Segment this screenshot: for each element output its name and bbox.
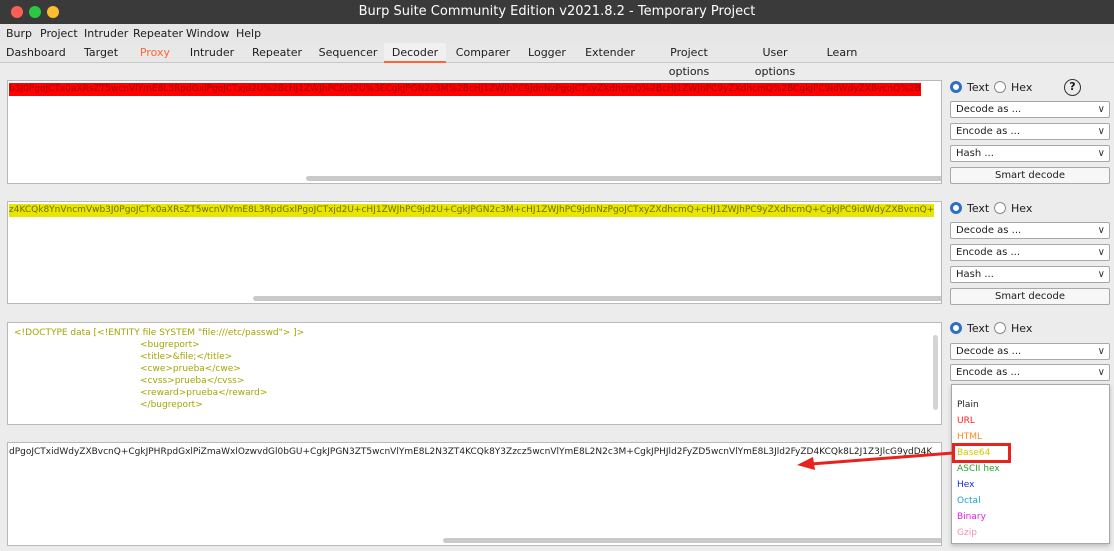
xml-line[interactable]: </bugreport>	[140, 399, 203, 411]
menu-bar: Burp Project Intruder Repeater Window He…	[0, 24, 1114, 43]
hex-radio-label: Hex	[1011, 202, 1033, 215]
menu-option-binary[interactable]: Binary	[957, 512, 986, 522]
tab-dashboard[interactable]: Dashboard	[6, 43, 66, 63]
help-icon[interactable]: ?	[1064, 79, 1081, 96]
hex-radio-label: Hex	[1011, 322, 1033, 335]
encode-as-label: Encode as ...	[956, 247, 1021, 258]
menu-option-ascii-hex[interactable]: ASCII hex	[957, 464, 1000, 474]
decode-as-dropdown[interactable]: Decode as ... ∨	[950, 222, 1110, 239]
menu-option-octal[interactable]: Octal	[957, 496, 981, 506]
decoder-panel-2[interactable]: z4KCQk8YnVncmVwb3J0PgoJCTx0aXRsZT5wcnVlY…	[7, 201, 942, 304]
horizontal-scrollbar[interactable]	[253, 296, 941, 301]
menu-option-plain[interactable]: Plain	[957, 400, 979, 410]
horizontal-scrollbar[interactable]	[306, 176, 941, 181]
decode-as-label: Decode as ...	[956, 104, 1022, 115]
base64-text[interactable]: z4KCQk8YnVncmVwb3J0PgoJCTx0aXRsZT5wcnVlY…	[9, 204, 935, 217]
chevron-down-icon: ∨	[1097, 269, 1105, 280]
chevron-down-icon: ∨	[1097, 126, 1105, 137]
xml-line[interactable]: <title>&file;</title>	[140, 351, 232, 363]
decoder-panel-3[interactable]: <!DOCTYPE data [<!ENTITY file SYSTEM "fi…	[7, 322, 942, 425]
hex-radio[interactable]	[994, 322, 1006, 334]
chevron-down-icon: ∨	[1097, 104, 1105, 115]
menu-project[interactable]: Project	[40, 27, 78, 40]
tab-comparer[interactable]: Comparer	[454, 43, 512, 63]
chevron-down-icon: ∨	[1097, 367, 1105, 378]
hash-dropdown[interactable]: Hash ... ∨	[950, 266, 1110, 283]
text-radio[interactable]	[950, 322, 962, 334]
chevron-down-icon: ∨	[1097, 225, 1105, 236]
chevron-down-icon: ∨	[1097, 148, 1105, 159]
smart-decode-button[interactable]: Smart decode	[950, 167, 1110, 184]
annotation-arrow-icon	[797, 451, 954, 470]
hex-radio-label: Hex	[1011, 81, 1033, 94]
encode-as-label: Encode as ...	[956, 367, 1021, 378]
tab-target[interactable]: Target	[78, 43, 124, 63]
encode-as-menu: Plain URL HTML Base64 ASCII hex Hex Octa…	[951, 384, 1110, 544]
hex-radio[interactable]	[994, 81, 1006, 93]
tab-intruder[interactable]: Intruder	[188, 43, 236, 63]
menu-repeater[interactable]: Repeater	[133, 27, 183, 40]
window-title: Burp Suite Community Edition v2021.8.2 -…	[358, 4, 756, 19]
decode-as-label: Decode as ...	[956, 225, 1022, 236]
chevron-down-icon: ∨	[1097, 346, 1105, 357]
tab-proxy[interactable]: Proxy	[137, 43, 173, 63]
hex-radio[interactable]	[994, 202, 1006, 214]
chevron-down-icon: ∨	[1097, 247, 1105, 258]
text-radio-label: Text	[967, 202, 990, 215]
tab-user-options[interactable]: User options	[744, 43, 806, 78]
encoded-output-text[interactable]: dPgoJCTxidWdyZXBvcnQ+CgkJPHRpdGxlPiZmaWx…	[9, 446, 932, 459]
encode-as-dropdown[interactable]: Encode as ... ∨	[950, 364, 1110, 381]
decode-as-dropdown[interactable]: Decode as ... ∨	[950, 343, 1110, 360]
tab-decoder[interactable]: Decoder	[384, 43, 446, 63]
tab-learn[interactable]: Learn	[824, 43, 860, 63]
text-radio[interactable]	[950, 81, 962, 93]
text-radio-label: Text	[967, 81, 990, 94]
menu-option-gzip[interactable]: Gzip	[957, 528, 977, 538]
menu-intruder[interactable]: Intruder	[84, 27, 128, 40]
xml-line[interactable]: <cwe>prueba</cwe>	[140, 363, 241, 375]
decoder-panel-1[interactable]: b3J0PgoJCTx0aXRsZT5wcnVlYmE8L3RpdGxlPgoJ…	[7, 80, 942, 184]
decode-as-label: Decode as ...	[956, 346, 1022, 357]
menu-option-hex[interactable]: Hex	[957, 480, 974, 490]
hash-label: Hash ...	[956, 269, 994, 280]
menu-window[interactable]: Window	[186, 27, 229, 40]
highlight-box	[952, 443, 1011, 463]
tab-logger[interactable]: Logger	[524, 43, 570, 63]
text-radio-label: Text	[967, 322, 990, 335]
vertical-scrollbar[interactable]	[933, 335, 938, 410]
horizontal-scrollbar[interactable]	[443, 538, 941, 543]
xml-line[interactable]: <reward>prueba</reward>	[140, 387, 267, 399]
tab-sequencer[interactable]: Sequencer	[318, 43, 378, 63]
smart-decode-button[interactable]: Smart decode	[950, 288, 1110, 305]
xml-line[interactable]: <bugreport>	[140, 339, 200, 351]
hash-dropdown[interactable]: Hash ... ∨	[950, 145, 1110, 162]
tab-project-options[interactable]: Project options	[650, 43, 728, 78]
menu-option-url[interactable]: URL	[957, 416, 975, 426]
encode-as-label: Encode as ...	[956, 126, 1021, 137]
tab-bar: Dashboard Target Proxy Intruder Repeater…	[0, 43, 1114, 78]
text-radio[interactable]	[950, 202, 962, 214]
title-bar: Burp Suite Community Edition v2021.8.2 -…	[0, 0, 1114, 24]
menu-option-html[interactable]: HTML	[957, 432, 982, 442]
tab-repeater[interactable]: Repeater	[250, 43, 304, 63]
menu-help[interactable]: Help	[236, 27, 261, 40]
xml-line[interactable]: <cvss>prueba</cvss>	[140, 375, 244, 387]
encode-as-dropdown[interactable]: Encode as ... ∨	[950, 244, 1110, 261]
decode-as-dropdown[interactable]: Decode as ... ∨	[950, 101, 1110, 118]
encode-as-dropdown[interactable]: Encode as ... ∨	[950, 123, 1110, 140]
url-encoded-text[interactable]: b3J0PgoJCTx0aXRsZT5wcnVlYmE8L3RpdGxlPgoJ…	[9, 83, 921, 96]
xml-line[interactable]: <!DOCTYPE data [<!ENTITY file SYSTEM "fi…	[14, 327, 304, 339]
tab-extender[interactable]: Extender	[584, 43, 636, 63]
menu-burp[interactable]: Burp	[6, 27, 32, 40]
hash-label: Hash ...	[956, 148, 994, 159]
